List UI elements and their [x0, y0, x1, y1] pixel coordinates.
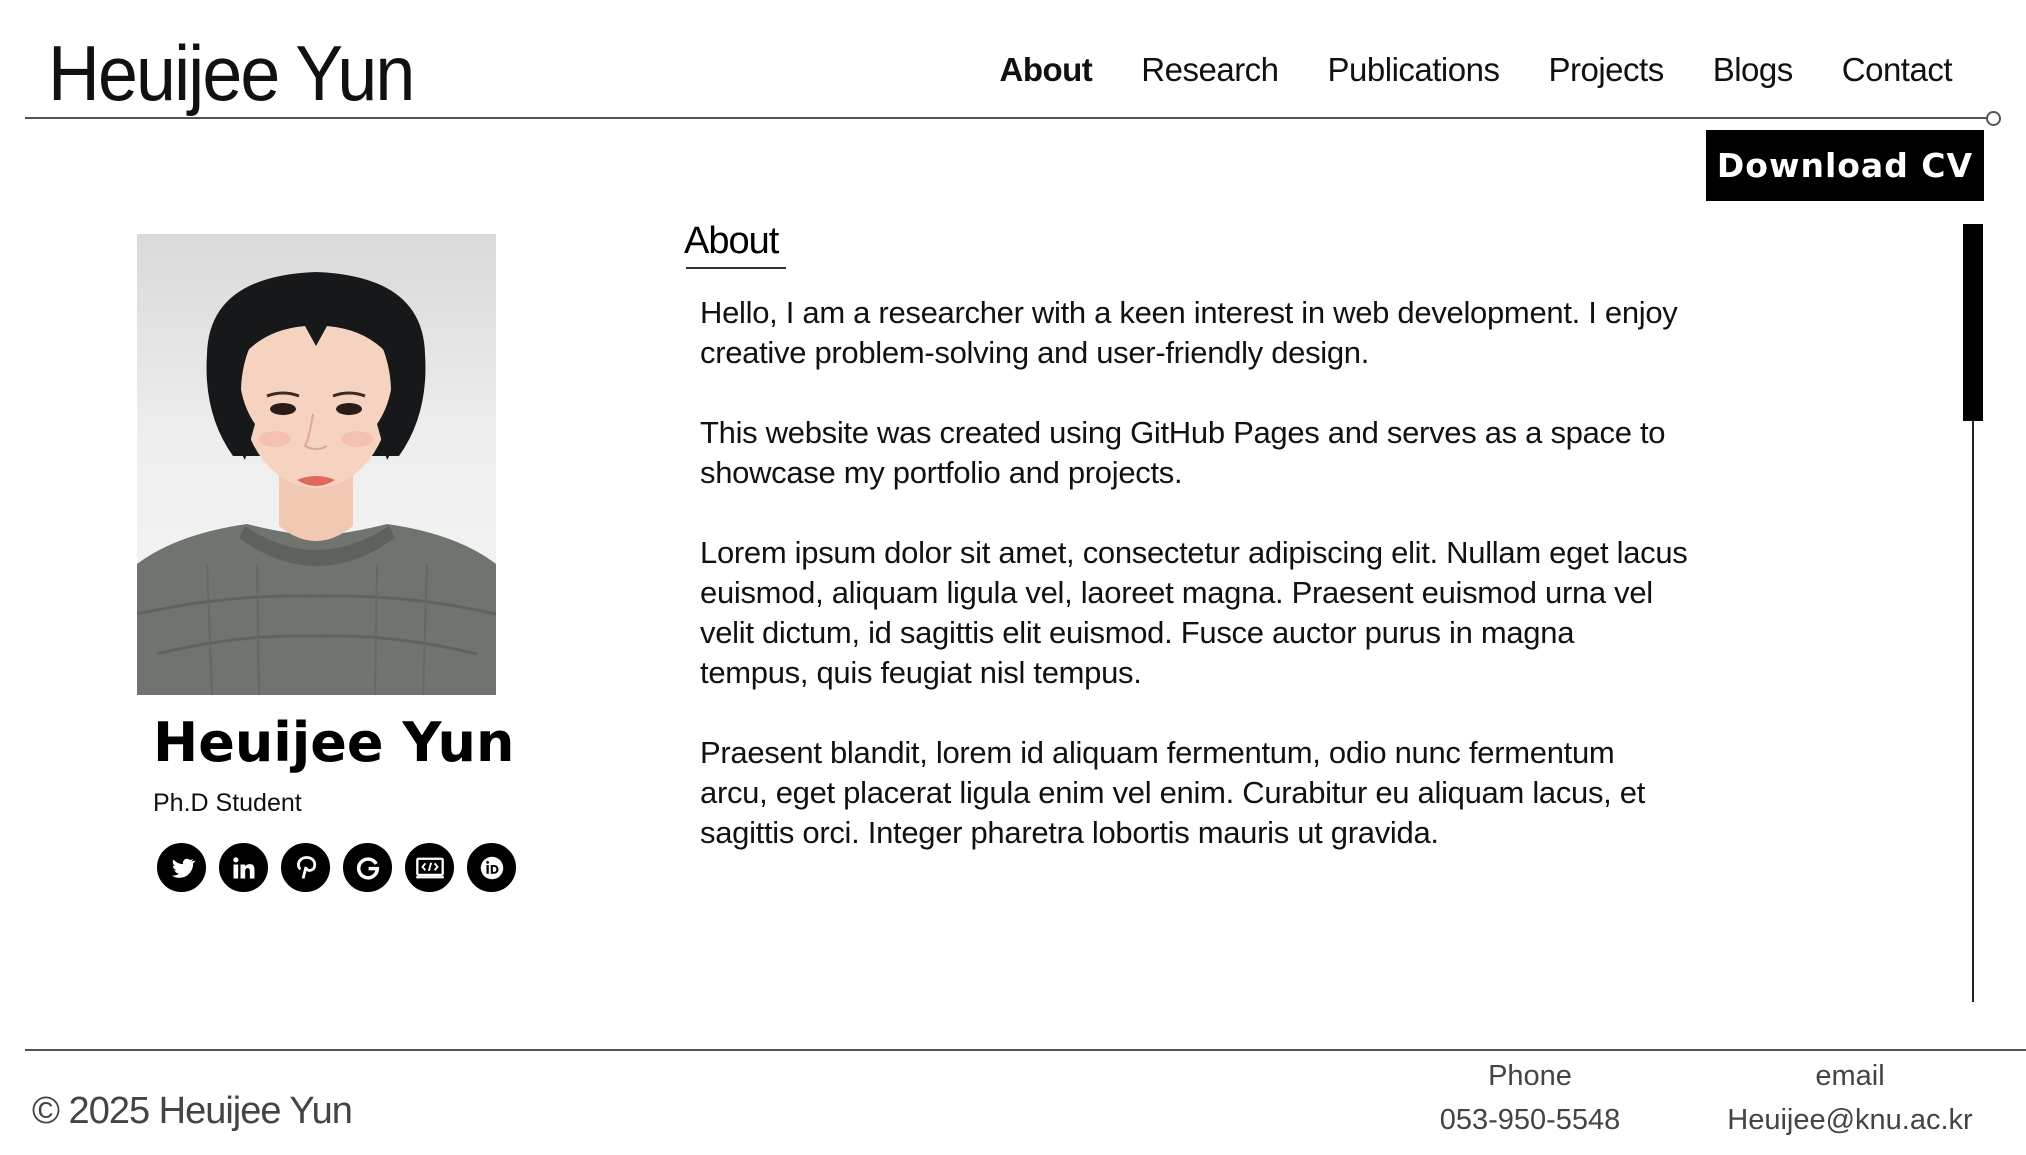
download-cv-button[interactable]: Download CV	[1706, 130, 1984, 201]
site-title[interactable]: Heuijee Yun	[48, 26, 415, 120]
about-heading-underline	[686, 267, 786, 269]
about-body: Hello, I am a researcher with a keen int…	[700, 293, 1690, 893]
scroll-thumb[interactable]	[1963, 224, 1983, 421]
nav-about[interactable]: About	[1000, 40, 1093, 100]
header-divider-knob	[1986, 111, 2001, 126]
about-paragraph: Lorem ipsum dolor sit amet, consectetur …	[700, 535, 1688, 690]
footer-email: email Heuijee@knu.ac.kr	[1720, 1052, 1980, 1140]
header-divider	[25, 117, 1988, 119]
email-label: email	[1815, 1060, 1885, 1092]
linkedin-icon[interactable]	[219, 843, 268, 892]
copyright: © 2025 Heuijee Yun	[32, 1090, 353, 1132]
nav-publications[interactable]: Publications	[1328, 40, 1500, 100]
about-paragraph: Hello, I am a researcher with a keen int…	[700, 295, 1678, 370]
about-paragraph: This website was created using GitHub Pa…	[700, 415, 1666, 490]
profile-photo	[137, 234, 496, 695]
profile-name: Heuijee Yun	[153, 711, 515, 774]
main-nav: About Research Publications Projects Blo…	[1000, 40, 1953, 100]
social-links	[157, 843, 516, 892]
phone-value[interactable]: 053-950-5548	[1420, 1100, 1640, 1140]
profile-role: Ph.D Student	[153, 789, 302, 817]
nav-contact[interactable]: Contact	[1842, 40, 1953, 100]
nav-blogs[interactable]: Blogs	[1713, 40, 1794, 100]
about-paragraph: Praesent blandit, lorem id aliquam ferme…	[700, 735, 1646, 850]
about-heading: About	[684, 220, 779, 262]
nav-projects[interactable]: Projects	[1548, 40, 1664, 100]
page: Heuijee Yun About Research Publications …	[0, 0, 2026, 1155]
twitter-icon[interactable]	[157, 843, 206, 892]
footer-phone: Phone 053-950-5548	[1420, 1052, 1640, 1140]
email-value[interactable]: Heuijee@knu.ac.kr	[1720, 1100, 1980, 1140]
scholar-icon[interactable]	[405, 843, 454, 892]
orcid-icon[interactable]	[467, 843, 516, 892]
phone-label: Phone	[1488, 1060, 1572, 1092]
google-icon[interactable]	[343, 843, 392, 892]
pinterest-icon[interactable]	[281, 843, 330, 892]
nav-research[interactable]: Research	[1141, 40, 1279, 100]
footer-divider	[25, 1049, 2026, 1051]
